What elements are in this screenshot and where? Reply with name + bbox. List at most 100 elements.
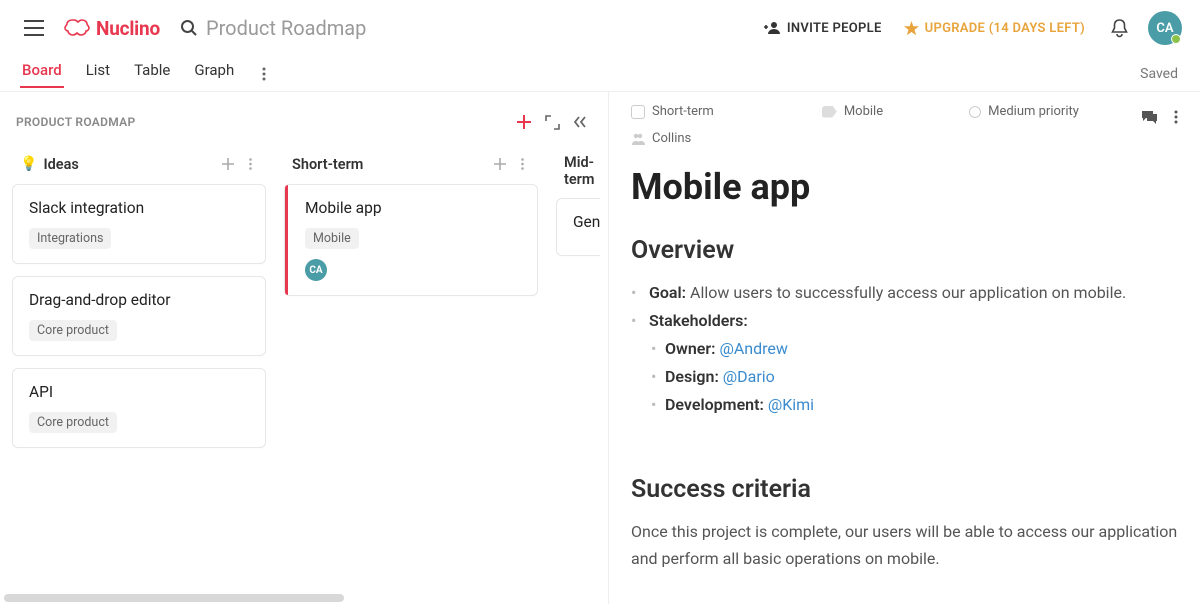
- search[interactable]: Product Roadmap: [180, 16, 366, 40]
- stakeholders-label: Stakeholders:: [649, 311, 748, 330]
- menu-icon[interactable]: [22, 16, 46, 40]
- expand-icon[interactable]: [540, 110, 564, 134]
- card-tag: Mobile: [305, 228, 359, 249]
- goal-text: Allow users to successfully access our a…: [686, 283, 1126, 302]
- collapse-icon[interactable]: [568, 110, 592, 134]
- tab-graph[interactable]: Graph: [194, 61, 234, 87]
- board-columns: 💡 Ideas Slack integration Integrations D…: [12, 138, 600, 604]
- doc-meta-row-2: Collins: [631, 129, 1178, 148]
- doc-pane: Short-term Mobile Medium priority Collin…: [608, 92, 1200, 604]
- stakeholders-item: Stakeholders: Owner: @Andrew Design: @Da…: [645, 307, 1178, 419]
- invite-label: INVITE PEOPLE: [787, 21, 882, 36]
- success-text: Once this project is complete, our users…: [631, 518, 1178, 572]
- card-drag-drop-editor[interactable]: Drag-and-drop editor Core product: [12, 276, 266, 356]
- meta-priority-label: Medium priority: [988, 104, 1079, 119]
- card-avatar: CA: [305, 259, 327, 281]
- goal-item: Goal: Allow users to successfully access…: [645, 279, 1178, 307]
- user-icon: [631, 132, 645, 146]
- card-title: Slack integration: [29, 199, 249, 217]
- meta-priority[interactable]: Medium priority: [969, 104, 1079, 119]
- design-label: Design:: [665, 367, 723, 386]
- notifications-icon[interactable]: [1111, 19, 1128, 38]
- overview-heading: Overview: [631, 236, 1178, 265]
- column-ideas: 💡 Ideas Slack integration Integrations D…: [12, 148, 266, 596]
- card-tag: Integrations: [29, 228, 111, 249]
- mention-dario[interactable]: @Dario: [723, 367, 775, 386]
- owner-item: Owner: @Andrew: [665, 335, 1178, 363]
- add-card-icon[interactable]: [512, 110, 536, 134]
- avatar-initials: CA: [1156, 21, 1173, 36]
- invite-people-button[interactable]: INVITE PEOPLE: [764, 21, 882, 36]
- design-item: Design: @Dario: [665, 363, 1178, 391]
- column-header: 💡 Ideas: [12, 148, 266, 184]
- brain-icon: [64, 18, 90, 38]
- overview-list: Goal: Allow users to successfully access…: [631, 279, 1178, 419]
- column-title: Ideas: [43, 156, 216, 173]
- card-slack-integration[interactable]: Slack integration Integrations: [12, 184, 266, 264]
- tab-list[interactable]: List: [86, 61, 110, 87]
- view-tabs: Board List Table Graph Saved: [0, 56, 1200, 92]
- search-placeholder: Product Roadmap: [206, 16, 366, 40]
- upgrade-label: UPGRADE (14 DAYS LEFT): [925, 21, 1085, 36]
- horizontal-scrollbar[interactable]: [4, 594, 608, 602]
- upgrade-button[interactable]: UPGRADE (14 DAYS LEFT): [904, 21, 1085, 36]
- board-header: PRODUCT ROADMAP: [12, 102, 600, 138]
- column-more-icon[interactable]: [240, 154, 260, 174]
- mention-andrew[interactable]: @Andrew: [719, 339, 787, 358]
- meta-assignee-label: Collins: [652, 131, 691, 146]
- card-tag: Core product: [29, 320, 117, 341]
- card-title: Gener: [573, 213, 600, 231]
- card-gener[interactable]: Gener: [556, 198, 600, 256]
- meta-bucket-label: Short-term: [652, 104, 714, 119]
- column-more-icon[interactable]: [512, 154, 532, 174]
- card-title: API: [29, 383, 249, 401]
- search-icon: [180, 19, 198, 37]
- star-icon: [904, 21, 919, 36]
- meta-bucket[interactable]: Short-term: [631, 104, 714, 119]
- column-title: Short-term: [292, 156, 488, 173]
- column-add-icon[interactable]: [490, 154, 510, 174]
- doc-actions: [1141, 110, 1178, 125]
- card-mobile-app[interactable]: Mobile app Mobile CA: [284, 184, 538, 296]
- doc-title[interactable]: Mobile app: [631, 166, 1178, 208]
- column-short-term: Short-term Mobile app Mobile CA: [284, 148, 538, 596]
- owner-label: Owner:: [665, 339, 719, 358]
- board-pane: PRODUCT ROADMAP 💡 Ideas Sl: [0, 92, 608, 604]
- card-api[interactable]: API Core product: [12, 368, 266, 448]
- invite-icon: [764, 21, 781, 35]
- mention-kimi[interactable]: @Kimi: [768, 395, 814, 414]
- tab-table[interactable]: Table: [134, 61, 170, 87]
- column-add-icon[interactable]: [218, 154, 238, 174]
- app-logo[interactable]: Nuclino: [64, 17, 160, 40]
- dev-item: Development: @Kimi: [665, 391, 1178, 419]
- doc-more-icon[interactable]: [1174, 110, 1178, 125]
- square-icon: [631, 105, 645, 119]
- tabs-more-icon[interactable]: [262, 64, 266, 84]
- user-avatar[interactable]: CA: [1148, 11, 1182, 45]
- saved-status: Saved: [1140, 66, 1178, 82]
- circle-icon: [969, 106, 981, 118]
- content: PRODUCT ROADMAP 💡 Ideas Sl: [0, 92, 1200, 604]
- card-title: Mobile app: [305, 199, 521, 217]
- meta-tag[interactable]: Mobile: [822, 104, 883, 119]
- scrollbar-thumb[interactable]: [4, 594, 344, 602]
- meta-assignee[interactable]: Collins: [631, 131, 691, 146]
- dev-label: Development:: [665, 395, 768, 414]
- tag-icon: [822, 106, 837, 118]
- goal-label: Goal:: [649, 283, 686, 302]
- comments-icon[interactable]: [1141, 110, 1158, 125]
- board-title: PRODUCT ROADMAP: [16, 115, 508, 129]
- success-heading: Success criteria: [631, 475, 1178, 504]
- bulb-icon: 💡: [20, 156, 37, 172]
- column-header: Short-term: [284, 148, 538, 184]
- meta-tag-label: Mobile: [844, 104, 883, 119]
- card-title: Drag-and-drop editor: [29, 291, 249, 309]
- card-tag: Core product: [29, 412, 117, 433]
- tab-board[interactable]: Board: [22, 61, 62, 87]
- doc-meta-row-1: Short-term Mobile Medium priority: [631, 102, 1178, 121]
- app-name: Nuclino: [96, 17, 160, 40]
- column-header: Mid-term: [556, 148, 600, 198]
- column-title: Mid-term: [564, 154, 600, 188]
- column-mid-term: Mid-term Gener: [556, 148, 600, 596]
- topbar: Nuclino Product Roadmap INVITE PEOPLE UP…: [0, 0, 1200, 56]
